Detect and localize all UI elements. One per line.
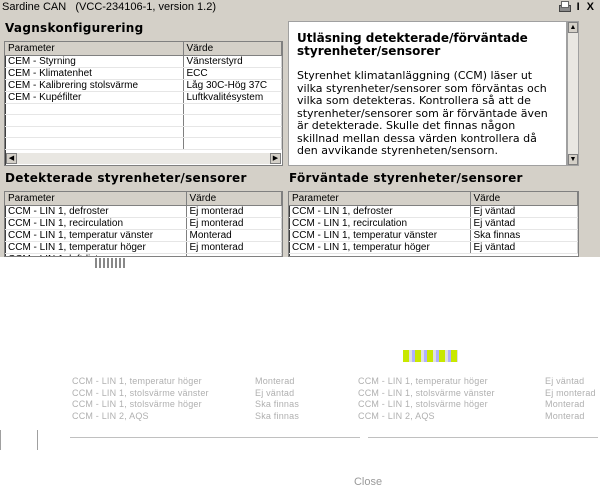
table-row[interactable]: CCM - LIN 1, temperatur höger Ej väntad	[289, 241, 578, 254]
table-row[interactable]: CCM - LIN 1, defroster Ej monterad	[5, 205, 282, 218]
footer	[0, 450, 600, 500]
detected-table: Parameter Värde CCM - LIN 1, defroster Ej…	[5, 192, 282, 256]
scroll-up-icon[interactable]: ▲	[568, 22, 578, 33]
vehicle-config-title: Vagnskonfigurering	[5, 21, 144, 35]
table-row[interactable]: CCM - LIN 1, recirculation Ej monterad	[5, 217, 282, 230]
parameter-cell: CCM - LIN 1, temperatur vänster	[5, 229, 187, 242]
info-icon[interactable]: I	[577, 0, 580, 14]
faded-value: Monterad	[545, 410, 585, 421]
faded-panel-corner	[0, 430, 38, 452]
printer-icon[interactable]	[558, 1, 571, 12]
table-row[interactable]: CCM - LIN 1, temperatur vänster Monterad	[5, 229, 282, 242]
faded-parameter: CCM - LIN 1, stolsvärme höger	[358, 399, 488, 409]
faded-value: Monterad	[545, 399, 585, 409]
column-header-parameter[interactable]: Parameter	[5, 42, 184, 56]
glitch-artifact	[403, 350, 458, 362]
expected-title: Förväntade styrenheter/sensorer	[289, 171, 523, 185]
close-icon[interactable]: X	[587, 0, 594, 14]
faded-parameter: CCM - LIN 1, temperatur höger	[72, 376, 202, 386]
column-header-parameter[interactable]: Parameter	[289, 192, 471, 206]
empty-row	[5, 126, 282, 138]
vertical-scrollbar[interactable]: ▲ ▼	[567, 21, 579, 166]
expected-grid[interactable]: Parameter Värde CCM - LIN 1, defroster Ej…	[288, 191, 579, 257]
faded-value: Monterad	[255, 376, 295, 386]
faded-parameter: CCM - LIN 1, temperatur höger	[358, 376, 488, 386]
table-row[interactable]: CEM - Kalibrering stolsvärme Låg 30C-Hög …	[5, 79, 282, 92]
faded-value: Ej väntad	[255, 387, 295, 398]
parameter-cell: CCM - LIN 1, recirculation	[289, 217, 471, 230]
value-cell: Ej monterad	[186, 205, 282, 218]
vehicle-config-grid[interactable]: Parameter Värde CEM - Styrning Vänstersty…	[4, 41, 283, 166]
column-header-value[interactable]: Värde	[186, 192, 282, 206]
scroll-right-icon[interactable]: ▶	[270, 153, 281, 164]
faded-parameter: CCM - LIN 1, stolsvärme vänster	[358, 387, 495, 398]
faded-value: Ska finnas	[255, 399, 300, 409]
table-row[interactable]: CEM - Klimatenhet ECC	[5, 67, 282, 80]
value-cell: Vänsterstyrd	[183, 55, 282, 68]
value-cell: Ej väntad	[470, 217, 578, 230]
info-panel: Utläsning detekterade/förväntade styrenh…	[288, 21, 567, 166]
value-cell: Ej monterad	[186, 217, 282, 230]
faded-parameter: CCM - LIN 1, stolsvärme höger	[72, 399, 202, 409]
detected-title: Detekterade styrenheter/sensorer	[5, 171, 247, 185]
parameter-cell: CCM - LIN 1, defroster	[5, 205, 187, 218]
faded-value: Ej väntad	[545, 376, 585, 386]
title-bar: Sardine CAN (VCC-234106-1, version 1.2) …	[0, 0, 600, 14]
column-header-value[interactable]: Värde	[470, 192, 578, 206]
info-title: Utläsning detekterade/förväntade styrenh…	[297, 31, 528, 58]
column-header-value[interactable]: Värde	[183, 42, 282, 56]
value-cell: ECC	[183, 67, 282, 80]
title-icons: I X	[558, 0, 594, 14]
glitch-artifact	[95, 258, 125, 268]
value-cell: Ej monterad	[186, 241, 282, 254]
faded-value: Ej monterad	[545, 387, 596, 398]
parameter-cell: CCM - LIN 1, defroster	[289, 205, 471, 218]
value-cell: Låg 30C-Hög 37C	[183, 79, 282, 92]
value-cell: Monterad	[186, 229, 282, 242]
scroll-left-icon[interactable]: ◀	[6, 153, 17, 164]
parameter-cell: CEM - Kalibrering stolsvärme	[5, 79, 184, 92]
vehicle-config-table: Parameter Värde CEM - Styrning Vänstersty…	[5, 42, 282, 150]
faded-value: Ska finnas	[255, 410, 300, 421]
scroll-down-icon[interactable]: ▼	[568, 154, 578, 165]
expected-table: Parameter Värde CCM - LIN 1, defroster Ej…	[289, 192, 578, 254]
empty-row	[5, 137, 282, 150]
value-cell: Luftkvalitésystem	[183, 91, 282, 104]
value-cell: Ska finnas	[470, 229, 578, 242]
column-header-parameter[interactable]: Parameter	[5, 192, 187, 206]
table-row[interactable]: CEM - Styrning Vänsterstyrd	[5, 55, 282, 68]
empty-row	[5, 103, 282, 115]
faded-parameter: CCM - LIN 2, AQS	[358, 410, 435, 421]
info-text: Styrenhet klimatanläggning (CCM) läser u…	[297, 69, 548, 157]
parameter-cell: CEM - Styrning	[5, 55, 184, 68]
parameter-cell: CCM - LIN 1, recirculation	[5, 217, 187, 230]
faded-parameter: CCM - LIN 1, stolsvärme vänster	[72, 387, 209, 398]
parameter-cell: CCM - LIN 1, temperatur höger	[289, 241, 471, 254]
value-cell: Ej väntad	[470, 205, 578, 218]
table-row[interactable]: CCM - LIN 1, temperatur höger Ej monterad	[5, 241, 282, 254]
faded-parameter: CCM - LIN 2, AQS	[72, 410, 149, 421]
faded-divider	[70, 437, 360, 438]
faded-divider	[368, 437, 598, 438]
parameter-cell: CCM - LIN 1, temperatur höger	[5, 241, 187, 254]
render-glitch-band	[0, 257, 600, 365]
table-row[interactable]: CCM - LIN 1, defroster Ej väntad	[289, 205, 578, 218]
empty-row	[5, 114, 282, 127]
close-button[interactable]: Close	[338, 474, 398, 490]
table-row[interactable]: CCM - LIN 1, recirculation Ej väntad	[289, 217, 578, 230]
window-title: Sardine CAN (VCC-234106-1, version 1.2)	[2, 1, 216, 13]
horizontal-scrollbar[interactable]: ◀ ▶	[6, 153, 281, 164]
parameter-cell: CEM - Klimatenhet	[5, 67, 184, 80]
value-cell: Ej väntad	[470, 241, 578, 254]
parameter-cell: CCM - LIN 1, temperatur vänster	[289, 229, 471, 242]
table-row[interactable]: CCM - LIN 1, temperatur vänster Ska finna…	[289, 229, 578, 242]
detected-grid[interactable]: Parameter Värde CCM - LIN 1, defroster Ej…	[4, 191, 283, 257]
parameter-cell: CEM - Kupéfilter	[5, 91, 184, 104]
table-row[interactable]: CEM - Kupéfilter Luftkvalitésystem	[5, 91, 282, 104]
